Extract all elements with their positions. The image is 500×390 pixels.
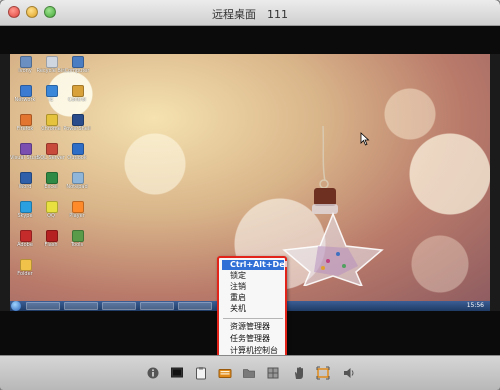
desktop-icon[interactable]: Tools bbox=[64, 230, 90, 252]
desktop-icon[interactable]: Flash bbox=[38, 230, 64, 252]
app-icon bbox=[20, 143, 32, 155]
desktop-icon[interactable]: QQ bbox=[38, 201, 64, 223]
letterbox-top bbox=[0, 26, 500, 54]
desktop-icon-label: Notepad bbox=[66, 184, 88, 190]
menu-separator bbox=[223, 318, 283, 319]
app-icon bbox=[72, 230, 84, 242]
taskbar-item[interactable] bbox=[26, 302, 60, 310]
app-icon bbox=[20, 172, 32, 184]
remote-desktop-window: 远程桌面 111 Ivony Recycle Bin Computer Network… bbox=[0, 0, 500, 390]
taskbar-item[interactable] bbox=[64, 302, 98, 310]
app-icon bbox=[20, 230, 32, 242]
desktop-icon[interactable]: Chrome bbox=[38, 114, 64, 136]
hand-icon[interactable] bbox=[292, 366, 306, 380]
desktop-icon[interactable]: Network bbox=[12, 85, 38, 107]
app-icon bbox=[72, 172, 84, 184]
app-icon bbox=[46, 56, 58, 68]
menu-item-restart[interactable]: 重启 bbox=[222, 293, 284, 303]
desktop-icon[interactable]: Word bbox=[12, 172, 38, 194]
desktop-icon[interactable]: Notepad bbox=[64, 172, 90, 194]
menu-item-lock[interactable]: 锁定 bbox=[222, 271, 284, 281]
taskbar-item[interactable] bbox=[178, 302, 212, 310]
start-button[interactable] bbox=[11, 301, 21, 311]
desktop-icon[interactable]: Control bbox=[64, 85, 90, 107]
desktop-icon[interactable]: Player bbox=[64, 201, 90, 223]
desktop-icon-label: Outlook bbox=[67, 155, 87, 161]
app-icon bbox=[72, 201, 84, 213]
clipboard-icon[interactable] bbox=[194, 366, 208, 380]
bottom-toolbar bbox=[0, 355, 500, 390]
taskbar-item[interactable] bbox=[102, 302, 136, 310]
display-icon[interactable] bbox=[170, 366, 184, 380]
taskbar-clock: 15:56 bbox=[466, 302, 484, 309]
desktop-icon[interactable]: Excel bbox=[38, 172, 64, 194]
speaker-icon[interactable] bbox=[342, 366, 356, 380]
desktop-icon[interactable]: Outlook bbox=[64, 143, 90, 165]
app-icon bbox=[72, 56, 84, 68]
fullscreen-icon[interactable] bbox=[316, 366, 330, 380]
desktop-icon-label: Player bbox=[69, 213, 85, 219]
mouse-cursor-icon bbox=[360, 132, 370, 146]
desktop-icon[interactable]: SQL Server bbox=[37, 143, 65, 165]
app-icon bbox=[72, 143, 84, 155]
desktop-icon[interactable]: PowerShell bbox=[63, 114, 91, 136]
menu-item-shutdown[interactable]: 关机 bbox=[222, 304, 284, 314]
desktop-icon[interactable]: Firefox bbox=[12, 114, 38, 136]
menu-item-explorer[interactable]: 资源管理器 bbox=[222, 322, 284, 332]
desktop-icon[interactable]: Ivony bbox=[12, 56, 38, 78]
ctrl-alt-del-menu: Ctrl+Alt+Del 锁定 注销 重启 关机 资源管理器 任务管理器 计算机… bbox=[217, 256, 287, 360]
info-icon[interactable] bbox=[146, 366, 160, 380]
desktop-icon[interactable]: IE bbox=[38, 85, 64, 107]
desktop-icon[interactable]: Visual Studio bbox=[10, 143, 40, 165]
menu-item-task-manager[interactable]: 任务管理器 bbox=[222, 334, 284, 344]
app-icon bbox=[46, 85, 58, 97]
folder-icon[interactable] bbox=[242, 366, 256, 380]
desktop-icon[interactable]: Recycle Bin bbox=[37, 56, 65, 78]
app-icon bbox=[46, 172, 58, 184]
app-icon bbox=[20, 56, 32, 68]
grid-icon[interactable] bbox=[266, 366, 280, 380]
desktop-icon[interactable]: Adobe bbox=[12, 230, 38, 252]
app-icon bbox=[20, 85, 32, 97]
desktop-icon[interactable]: Folder bbox=[12, 259, 38, 281]
desktop-icon-label: Tools bbox=[70, 242, 84, 248]
app-icon bbox=[20, 201, 32, 213]
app-icon bbox=[72, 114, 84, 126]
window-title: 远程桌面 111 bbox=[212, 8, 288, 21]
desktop-icon-label: PowerShell bbox=[63, 126, 91, 132]
desktop-icon-label: Computer bbox=[64, 68, 90, 74]
app-icon bbox=[46, 114, 58, 126]
app-icon bbox=[72, 85, 84, 97]
app-icon bbox=[46, 201, 58, 213]
desktop-icon-label: Control bbox=[67, 97, 87, 103]
desktop-icon[interactable]: Computer bbox=[64, 56, 90, 78]
app-icon bbox=[46, 230, 58, 242]
desktop-icon[interactable]: Skype bbox=[12, 201, 38, 223]
app-icon bbox=[20, 259, 32, 271]
app-icon bbox=[20, 114, 32, 126]
keyboard-icon[interactable] bbox=[218, 366, 232, 380]
wallpaper-star-bottle bbox=[282, 126, 384, 286]
title-bar[interactable]: 远程桌面 111 bbox=[0, 0, 500, 26]
menu-item-logoff[interactable]: 注销 bbox=[222, 282, 284, 292]
app-icon bbox=[46, 143, 58, 155]
menu-item-ctrl-alt-del[interactable]: Ctrl+Alt+Del bbox=[222, 260, 287, 270]
desktop-icon-label: Folder bbox=[17, 271, 33, 277]
taskbar-item[interactable] bbox=[140, 302, 174, 310]
